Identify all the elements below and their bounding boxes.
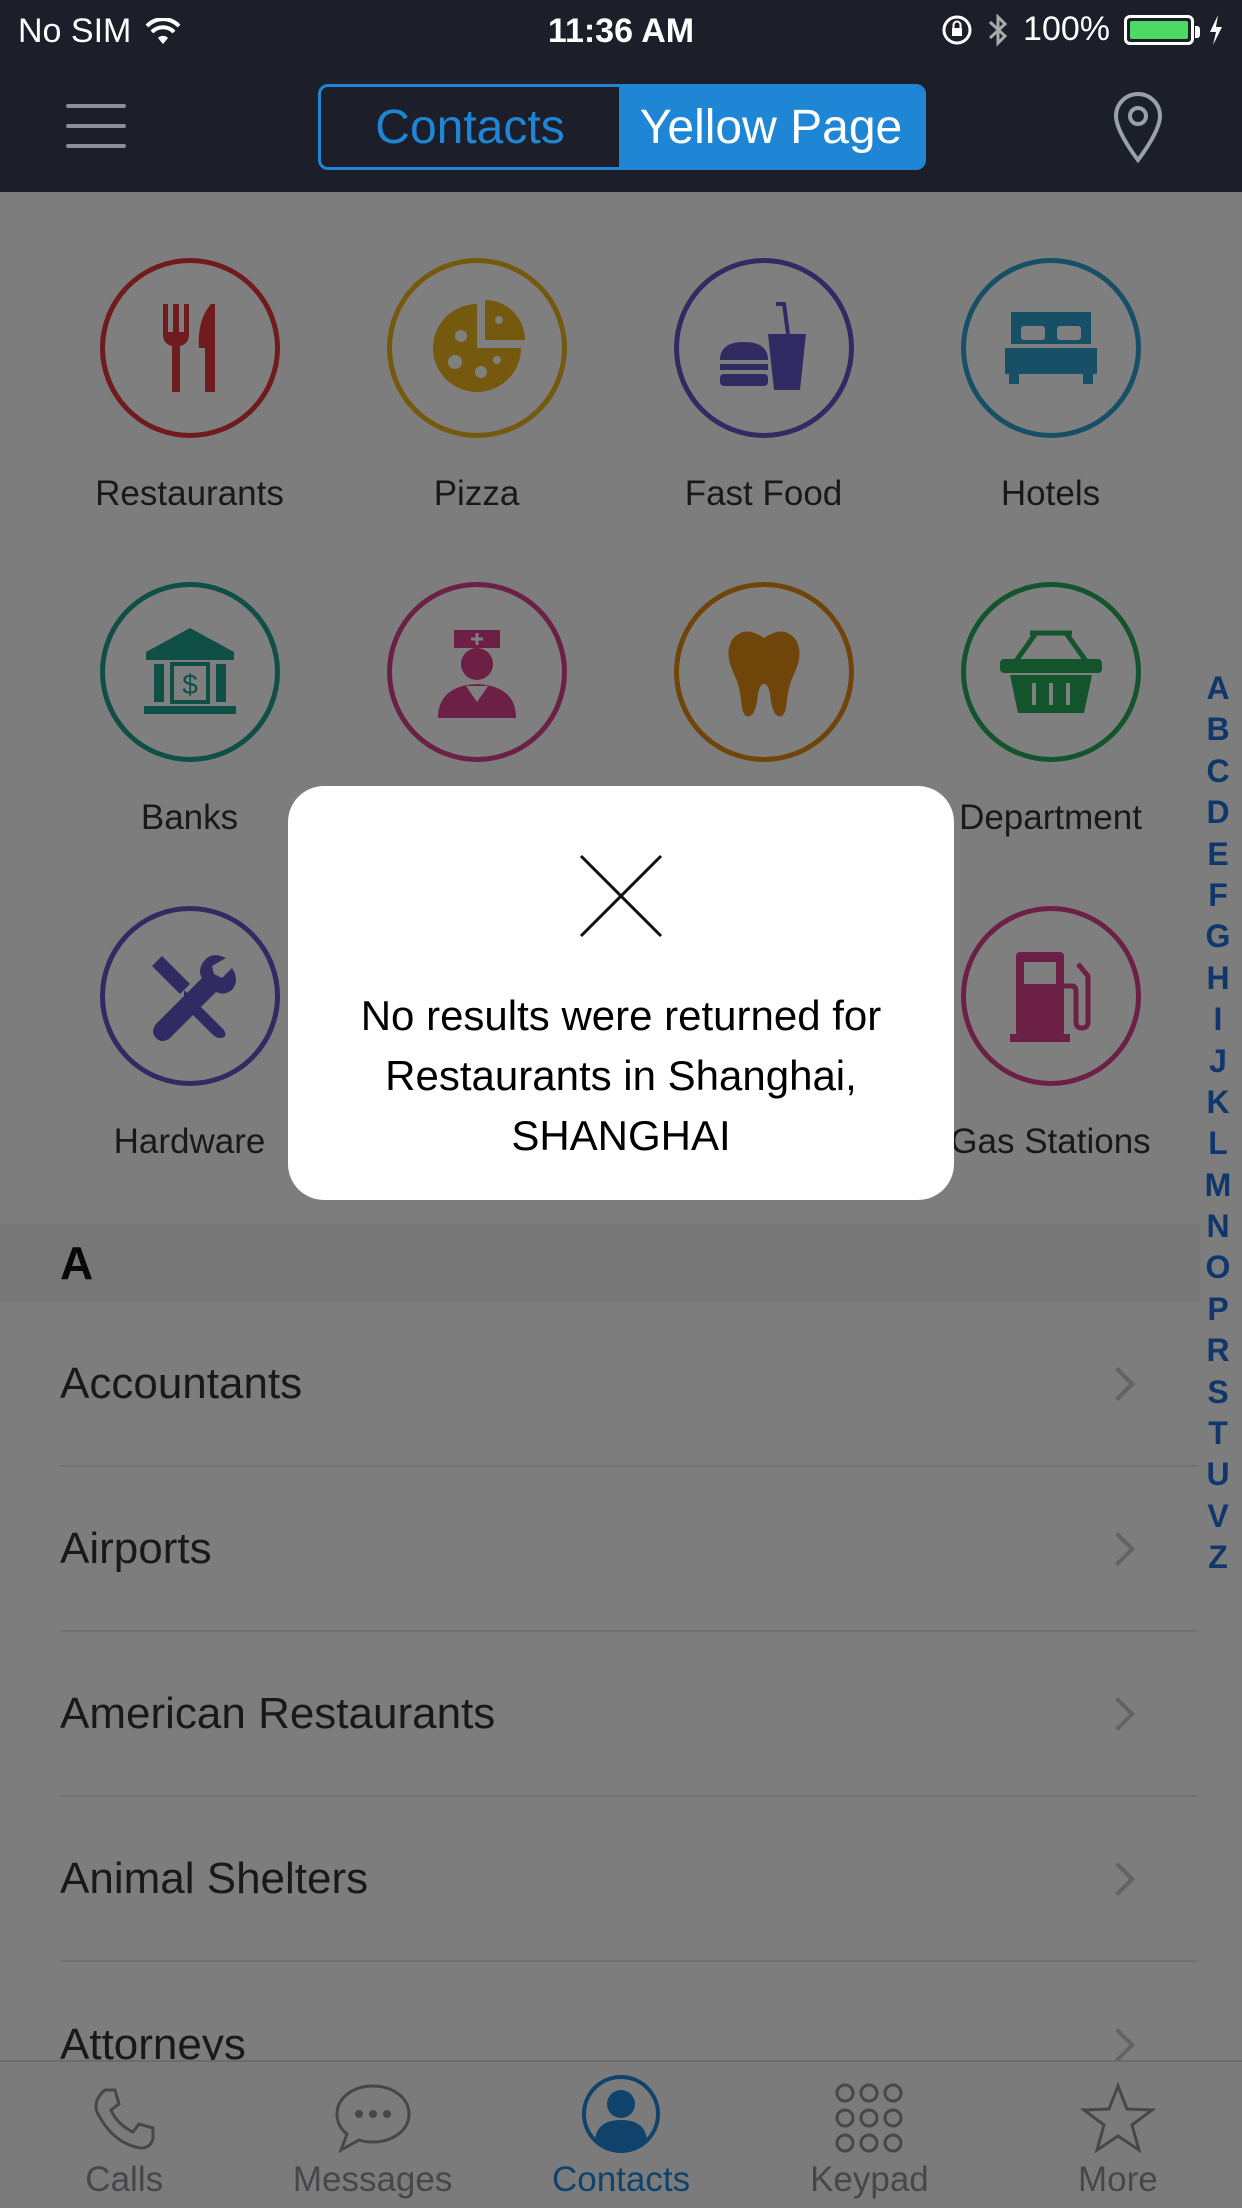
status-bar: No SIM 11:36 AM 100% (0, 0, 1242, 62)
rotation-lock-icon (942, 15, 972, 44)
tab-yellow-page[interactable]: Yellow Page (619, 87, 923, 167)
no-results-alert: No results were returned for Restaurants… (288, 786, 954, 1200)
location-pin-icon[interactable] (1112, 92, 1164, 164)
hamburger-menu-icon[interactable] (66, 104, 126, 148)
modal-backdrop[interactable] (0, 192, 1242, 2208)
battery-icon (1124, 14, 1200, 45)
charging-icon (1210, 14, 1222, 45)
bluetooth-icon (989, 12, 1008, 47)
tab-contacts[interactable]: Contacts (321, 87, 619, 167)
battery-percent: 100% (1023, 10, 1110, 48)
segmented-control: Contacts Yellow Page (318, 84, 926, 170)
nav-bar: Contacts Yellow Page (0, 62, 1242, 192)
alert-message: No results were returned for Restaurants… (360, 992, 882, 1159)
close-icon[interactable] (577, 852, 665, 940)
